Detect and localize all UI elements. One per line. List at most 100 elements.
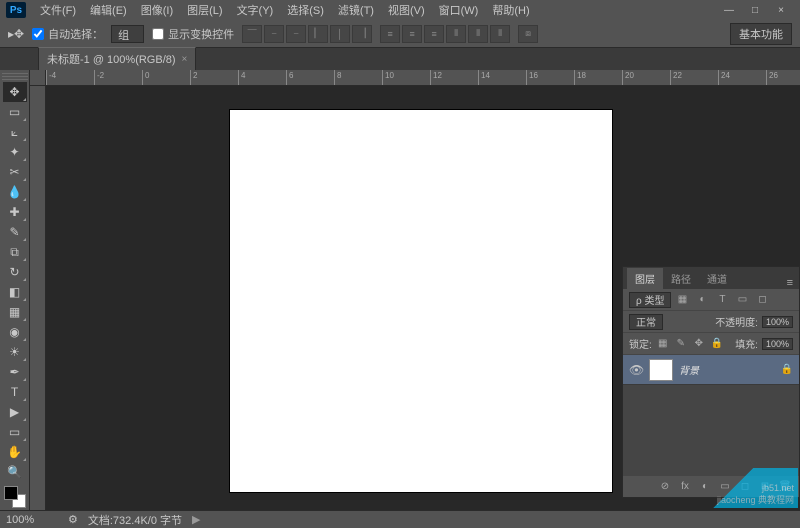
tab-paths[interactable]: 路径 [663, 268, 699, 289]
status-bar: 100% ⚙ 文档:732.4K/0 字节 ▶ [0, 510, 800, 528]
lock-all-icon[interactable]: 🔒 [710, 337, 724, 351]
auto-select-input[interactable] [32, 28, 44, 40]
maximize-button[interactable]: □ [742, 2, 768, 18]
menu-type[interactable]: 文字(Y) [231, 0, 280, 20]
workspace-switcher[interactable]: 基本功能 [730, 23, 792, 45]
eyedropper-tool[interactable]: 💧 [3, 182, 27, 202]
layer-thumbnail[interactable] [649, 359, 673, 381]
minimize-button[interactable]: — [716, 2, 742, 18]
marquee-tool[interactable]: ▭ [3, 102, 27, 122]
distribute-vcenter-icon[interactable]: ≡ [402, 25, 422, 43]
dodge-tool[interactable]: ☀ [3, 342, 27, 362]
auto-select-checkbox[interactable]: 自动选择： [32, 26, 103, 42]
type-tool[interactable]: T [3, 382, 27, 402]
eraser-tool[interactable]: ◧ [3, 282, 27, 302]
pen-tool[interactable]: ✒ [3, 362, 27, 382]
document-tab-close-icon[interactable]: × [182, 54, 188, 65]
zoom-level[interactable]: 100% [6, 514, 58, 526]
vertical-ruler[interactable] [30, 86, 46, 510]
tab-channels[interactable]: 通道 [699, 268, 735, 289]
crop-tool[interactable]: ✂ [3, 162, 27, 182]
history-brush-tool[interactable]: ↻ [3, 262, 27, 282]
menu-view[interactable]: 视图(V) [382, 0, 431, 20]
move-tool[interactable]: ✥ [3, 82, 27, 102]
align-hcenter-icon[interactable]: │ [330, 25, 350, 43]
close-window-button[interactable]: × [768, 2, 794, 18]
layer-filter-row: ρ 类型 ▦ ◐ T ▭ ◻ [623, 289, 799, 311]
layer-filter-type[interactable]: ρ 类型 [629, 292, 671, 308]
lasso-tool[interactable]: ⟀ [3, 122, 27, 142]
align-top-icon[interactable]: ⎺ [242, 25, 262, 43]
filter-smart-icon[interactable]: ◻ [755, 293, 769, 307]
toolbox-grip[interactable] [2, 72, 28, 80]
menu-filter[interactable]: 滤镜(T) [332, 0, 380, 20]
document-tab[interactable]: 未标题-1 @ 100%(RGB/8) × [38, 47, 196, 70]
menu-image[interactable]: 图像(I) [135, 0, 179, 20]
distribute-right-icon[interactable]: ⦀ [490, 25, 510, 43]
layer-name[interactable]: 背景 [679, 362, 775, 377]
lock-label: 锁定: [629, 336, 652, 351]
filter-type-icon[interactable]: T [715, 293, 729, 307]
distribute-buttons-group: ≡ ≡ ≡ ⦀ ⦀ ⦀ [380, 25, 510, 43]
title-bar: Ps 文件(F) 编辑(E) 图像(I) 图层(L) 文字(Y) 选择(S) 滤… [0, 0, 800, 20]
horizontal-ruler[interactable]: -4-202468101214161820222426 [46, 70, 800, 86]
align-vcenter-icon[interactable]: ⎯ [264, 25, 284, 43]
align-buttons-group: ⎺ ⎯ ⎯ ▏ │ ▕ [242, 25, 372, 43]
menu-layer[interactable]: 图层(L) [181, 0, 228, 20]
document-canvas[interactable] [230, 110, 612, 492]
gradient-tool[interactable]: ▦ [3, 302, 27, 322]
blend-mode-dropdown[interactable]: 正常 [629, 314, 663, 330]
filter-shape-icon[interactable]: ▭ [735, 293, 749, 307]
menu-window[interactable]: 窗口(W) [433, 0, 485, 20]
hand-tool[interactable]: ✋ [3, 442, 27, 462]
auto-select-dropdown[interactable]: 组 [111, 25, 144, 43]
distribute-hcenter-icon[interactable]: ⦀ [468, 25, 488, 43]
distribute-top-icon[interactable]: ≡ [380, 25, 400, 43]
move-tool-icon: ▸✥ [8, 27, 24, 41]
tab-layers[interactable]: 图层 [627, 268, 663, 289]
lock-position-icon[interactable]: ✥ [692, 337, 706, 351]
fill-label: 填充: [735, 336, 758, 351]
color-swatches[interactable] [4, 486, 26, 508]
shape-tool[interactable]: ▭ [3, 422, 27, 442]
show-transform-checkbox[interactable]: 显示变换控件 [152, 26, 234, 42]
filter-adjust-icon[interactable]: ◐ [695, 293, 709, 307]
blend-opacity-row: 正常 不透明度: 100% [623, 311, 799, 333]
layer-lock-icon[interactable]: 🔒 [781, 364, 793, 375]
magic-wand-tool[interactable]: ✦ [3, 142, 27, 162]
lock-pixels-icon[interactable]: ✎ [674, 337, 688, 351]
clone-stamp-tool[interactable]: ⧉ [3, 242, 27, 262]
blur-tool[interactable]: ◉ [3, 322, 27, 342]
layer-visibility-icon[interactable]: 👁 [629, 363, 643, 377]
doc-info-menu-icon[interactable]: ▶ [192, 513, 200, 526]
menu-help[interactable]: 帮助(H) [486, 0, 535, 20]
watermark: jb51.netjiaocheng 典教程网 [668, 468, 798, 508]
doc-info-label: 文档:732.4K/0 字节 [88, 512, 182, 528]
distribute-left-icon[interactable]: ⦀ [446, 25, 466, 43]
fill-value[interactable]: 100% [762, 338, 793, 350]
align-right-icon[interactable]: ▕ [352, 25, 372, 43]
align-bottom-icon[interactable]: ⎯ [286, 25, 306, 43]
path-selection-tool[interactable]: ▶ [3, 402, 27, 422]
3d-mode-icon[interactable]: ⧈ [518, 25, 538, 43]
menu-edit[interactable]: 编辑(E) [84, 0, 133, 20]
menu-select[interactable]: 选择(S) [281, 0, 330, 20]
lock-transparency-icon[interactable]: ▦ [656, 337, 670, 351]
layer-item-background[interactable]: 👁 背景 🔒 [623, 355, 799, 385]
zoom-tool[interactable]: 🔍 [3, 462, 27, 482]
gear-icon[interactable]: ⚙ [68, 513, 78, 526]
brush-tool[interactable]: ✎ [3, 222, 27, 242]
ruler-origin[interactable] [30, 70, 46, 86]
align-left-icon[interactable]: ▏ [308, 25, 328, 43]
show-transform-input[interactable] [152, 28, 164, 40]
auto-select-label: 自动选择： [48, 26, 103, 42]
auto-select-value: 组 [118, 30, 129, 42]
menu-file[interactable]: 文件(F) [34, 0, 82, 20]
filter-pixel-icon[interactable]: ▦ [675, 293, 689, 307]
opacity-label: 不透明度: [715, 314, 758, 329]
opacity-value[interactable]: 100% [762, 316, 793, 328]
foreground-color[interactable] [4, 486, 18, 500]
distribute-bottom-icon[interactable]: ≡ [424, 25, 444, 43]
healing-brush-tool[interactable]: ✚ [3, 202, 27, 222]
panel-menu-icon[interactable]: ≡ [781, 277, 799, 289]
